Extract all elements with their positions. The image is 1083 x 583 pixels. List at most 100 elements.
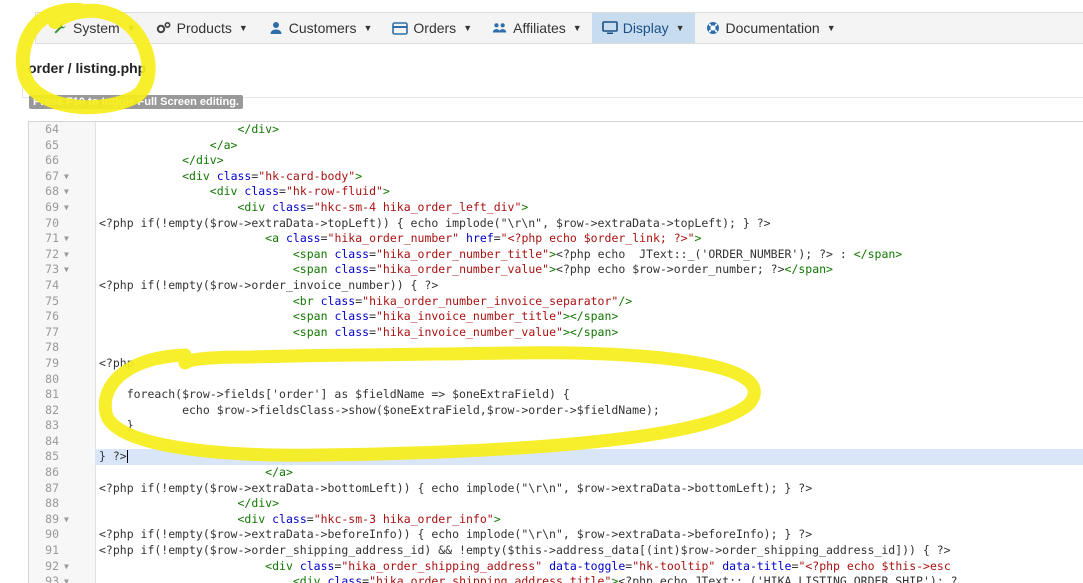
code-line[interactable]: 70 <?php if(!empty($row->extraData->topLe… (29, 216, 1083, 232)
code-line[interactable]: 83 } (29, 418, 1083, 434)
code-text[interactable]: <?php if(!empty($row->order_invoice_numb… (95, 278, 1083, 294)
code-line[interactable]: 72 ▼ <span class="hika_order_number_title… (29, 247, 1083, 263)
fold-toggle-icon[interactable]: ▼ (64, 262, 69, 278)
code-line[interactable]: 67 ▼ <div class="hk-card-body"> (29, 169, 1083, 185)
caret-down-icon: ▼ (463, 23, 473, 33)
code-text[interactable]: <a class="hika_order_number" href="<?php… (95, 231, 1083, 247)
code-text[interactable]: <?php if(!empty($row->order_shipping_add… (95, 543, 1083, 559)
code-text[interactable]: <span class="hika_invoice_number_value">… (95, 325, 1083, 341)
line-number: 79 (45, 355, 59, 370)
code-text[interactable]: </div> (95, 496, 1083, 512)
code-text[interactable]: <span class="hika_invoice_number_title">… (95, 309, 1083, 325)
code-line[interactable]: 79 <?php (29, 356, 1083, 372)
code-text[interactable]: <div class="hika_order_shipping_address_… (95, 574, 1083, 583)
code-line[interactable]: 88 </div> (29, 496, 1083, 512)
code-text[interactable]: <div class="hk-row-fluid"> (95, 184, 1083, 200)
code-line[interactable]: 66 </div> (29, 153, 1083, 169)
caret-down-icon: ▼ (572, 23, 582, 33)
code-text[interactable]: foreach($row->fields['order'] as $fieldN… (95, 387, 1083, 403)
fold-toggle-icon[interactable]: ▼ (64, 512, 69, 528)
code-text[interactable]: <span class="hika_order_number_value"><?… (95, 262, 1083, 278)
users-icon (492, 20, 508, 36)
code-line[interactable]: 78 (29, 340, 1083, 356)
code-line[interactable]: 91 <?php if(!empty($row->order_shipping_a… (29, 543, 1083, 559)
line-number: 76 (45, 309, 59, 324)
line-number: 81 (45, 387, 59, 402)
nav-item-orders[interactable]: Orders ▼ (382, 13, 482, 43)
nav-item-affiliates[interactable]: Affiliates ▼ (482, 13, 592, 43)
code-line[interactable]: 87 <?php if(!empty($row->extraData->botto… (29, 481, 1083, 497)
nav-item-system[interactable]: System ▼ (36, 13, 146, 43)
code-text[interactable]: <div class="hkc-sm-4 hika_order_left_div… (95, 200, 1083, 216)
code-text[interactable]: <div class="hk-card-body"> (95, 169, 1083, 185)
fold-toggle-icon[interactable]: ▼ (64, 559, 69, 575)
code-line[interactable]: 81 foreach($row->fields['order'] as $fie… (29, 387, 1083, 403)
code-line[interactable]: 90 <?php if(!empty($row->extraData->befor… (29, 527, 1083, 543)
fold-toggle-icon[interactable]: ▼ (64, 231, 69, 247)
code-line[interactable]: 76 <span class="hika_invoice_number_titl… (29, 309, 1083, 325)
code-line[interactable]: 92 ▼ <div class="hika_order_shipping_addr… (29, 559, 1083, 575)
line-number: 80 (45, 371, 59, 386)
code-line[interactable]: 80 (29, 372, 1083, 388)
fold-toggle-icon[interactable]: ▼ (64, 200, 69, 216)
code-line[interactable]: 69 ▼ <div class="hkc-sm-4 hika_order_left… (29, 200, 1083, 216)
nav-item-documentation[interactable]: Documentation ▼ (695, 13, 846, 43)
code-text[interactable]: <span class="hika_order_number_title"><?… (95, 247, 1083, 263)
nav-item-customers[interactable]: Customers ▼ (258, 13, 383, 43)
code-line[interactable]: 77 <span class="hika_invoice_number_valu… (29, 325, 1083, 341)
code-text[interactable]: <?php (95, 356, 1083, 372)
code-line[interactable]: 82 echo $row->fieldsClass->show($oneExtr… (29, 403, 1083, 419)
code-line[interactable]: 84 (29, 434, 1083, 450)
line-number: 89 (45, 511, 59, 526)
line-number: 73 (45, 262, 59, 277)
line-number: 78 (45, 340, 59, 355)
line-number: 93 (45, 574, 59, 583)
title-bar (22, 44, 1083, 98)
code-text[interactable]: </a> (95, 465, 1083, 481)
fold-toggle-icon[interactable]: ▼ (64, 184, 69, 200)
code-line[interactable]: 86 </a> (29, 465, 1083, 481)
nav-item-label: Documentation (725, 20, 820, 36)
code-line[interactable]: 65 </a> (29, 138, 1083, 154)
code-line[interactable]: 64 </div> (29, 122, 1083, 138)
cogs-icon (156, 20, 172, 36)
line-number: 69 (45, 199, 59, 214)
code-lines[interactable]: 64 </div> 65 </a> 66 </div> 67 ▼ <div class=… (29, 122, 1083, 583)
line-number: 87 (45, 480, 59, 495)
caret-down-icon: ▼ (675, 23, 685, 33)
code-text[interactable]: } (95, 418, 1083, 434)
code-text[interactable]: <?php if(!empty($row->extraData->beforeI… (95, 527, 1083, 543)
line-number: 83 (45, 418, 59, 433)
code-text[interactable]: <br class="hika_order_number_invoice_sep… (95, 294, 1083, 310)
code-text[interactable]: <?php if(!empty($row->extraData->topLeft… (95, 216, 1083, 232)
line-number: 71 (45, 231, 59, 246)
line-number: 74 (45, 277, 59, 292)
fold-toggle-icon[interactable]: ▼ (64, 574, 69, 583)
code-text[interactable]: <div class="hika_order_shipping_address"… (95, 559, 1083, 575)
caret-down-icon: ▼ (238, 23, 248, 33)
nav-item-label: System (73, 20, 120, 36)
code-line[interactable]: 68 ▼ <div class="hk-row-fluid"> (29, 184, 1083, 200)
nav-item-label: Display (622, 20, 669, 36)
code-line[interactable]: 71 ▼ <a class="hika_order_number" href="<… (29, 231, 1083, 247)
code-text[interactable]: echo $row->fieldsClass->show($oneExtraFi… (95, 403, 1083, 419)
code-text[interactable]: </div> (95, 153, 1083, 169)
code-line[interactable]: 85} ?> (29, 449, 1083, 466)
nav-item-products[interactable]: Products ▼ (146, 13, 258, 43)
code-editor[interactable]: 64 </div> 65 </a> 66 </div> 67 ▼ <div class=… (28, 121, 1083, 583)
code-text[interactable]: <?php if(!empty($row->extraData->bottomL… (95, 481, 1083, 497)
code-text[interactable]: </div> (95, 122, 1083, 138)
code-line[interactable]: 75 <br class="hika_order_number_invoice_… (29, 294, 1083, 310)
fold-toggle-icon[interactable]: ▼ (64, 169, 69, 185)
code-text[interactable]: <div class="hkc-sm-3 hika_order_info"> (95, 512, 1083, 528)
code-line[interactable]: 74 <?php if(!empty($row->order_invoice_nu… (29, 278, 1083, 294)
code-line[interactable]: 93 ▼ <div class="hika_order_shipping_addr… (29, 574, 1083, 583)
nav-item-display[interactable]: Display ▼ (591, 13, 695, 43)
code-line[interactable]: 89 ▼ <div class="hkc-sm-3 hika_order_info… (29, 512, 1083, 528)
code-text[interactable]: </a> (95, 138, 1083, 154)
top-navbar: System ▼ Products ▼ Customers ▼ Orders ▼ Affilia… (35, 12, 1083, 44)
code-text[interactable]: } ?> (95, 449, 1083, 466)
fold-toggle-icon[interactable]: ▼ (64, 247, 69, 263)
caret-down-icon: ▼ (826, 23, 836, 33)
code-line[interactable]: 73 ▼ <span class="hika_order_number_value… (29, 262, 1083, 278)
